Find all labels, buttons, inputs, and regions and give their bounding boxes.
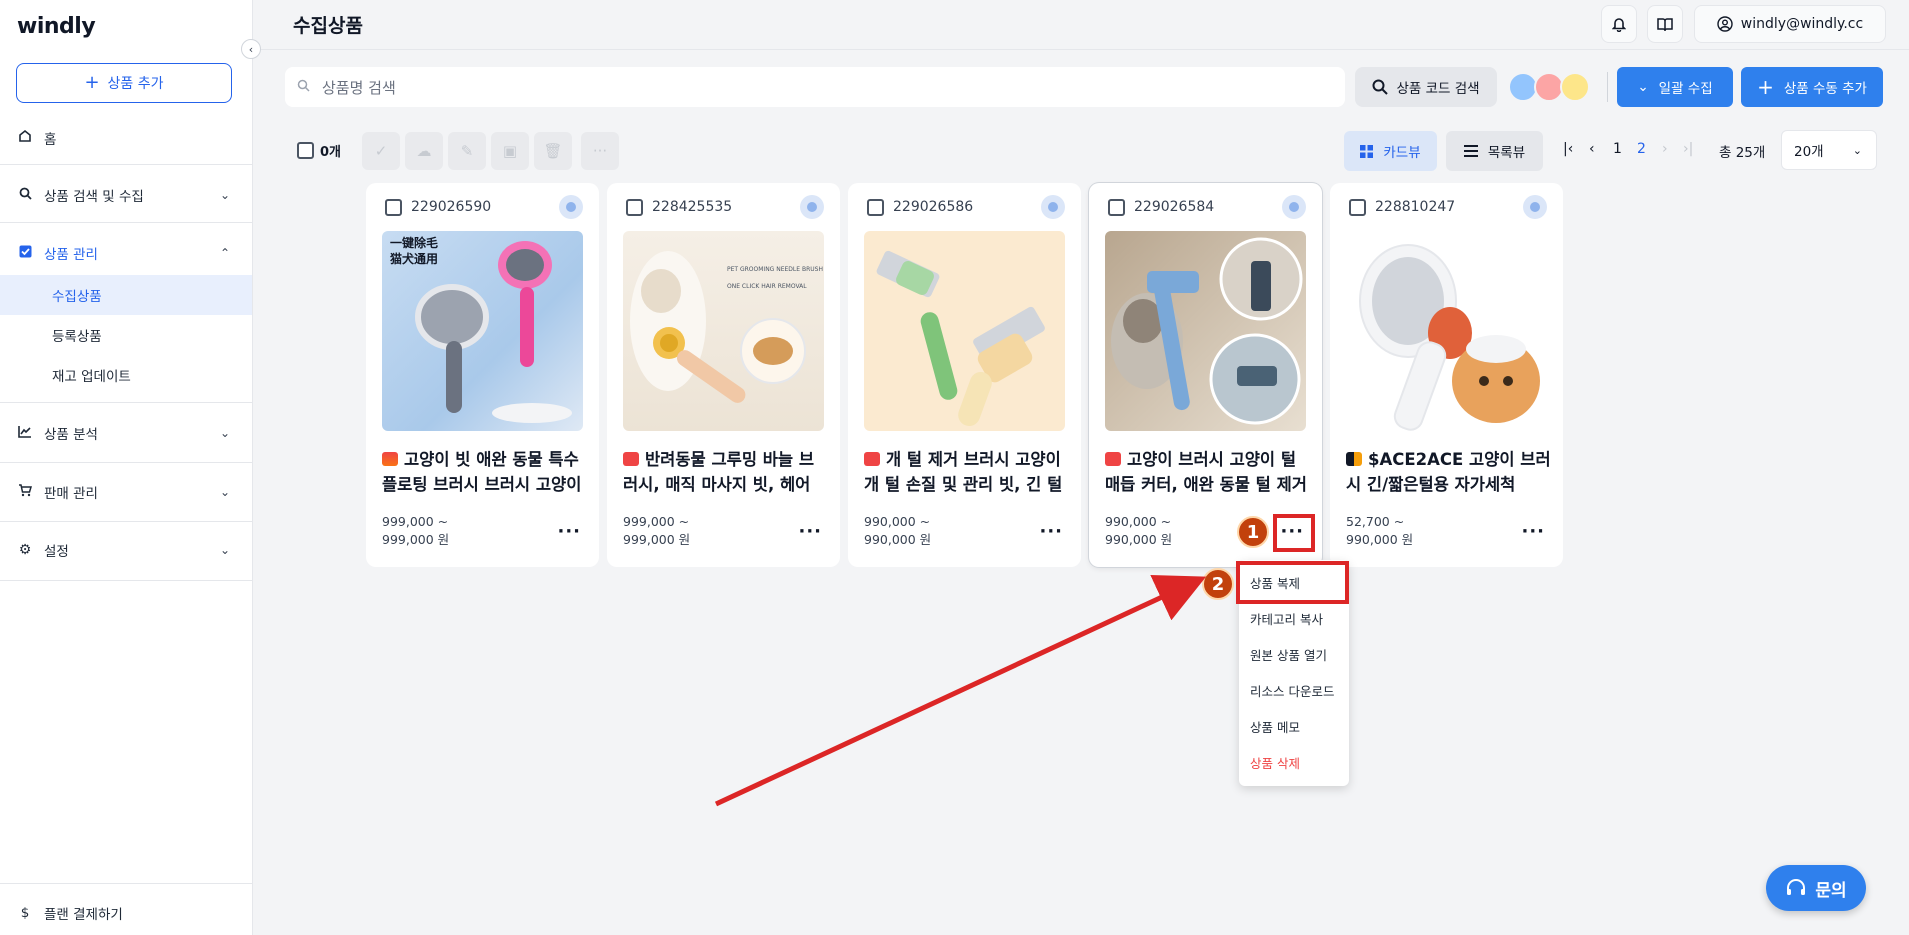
annotation-arrow — [714, 574, 1207, 807]
inquiry-label: 문의 — [1815, 880, 1847, 901]
headset-icon — [1787, 879, 1806, 895]
inquiry-button[interactable]: 문의 — [1766, 865, 1866, 911]
sidebar-collapse-button[interactable]: ‹ — [241, 39, 261, 59]
